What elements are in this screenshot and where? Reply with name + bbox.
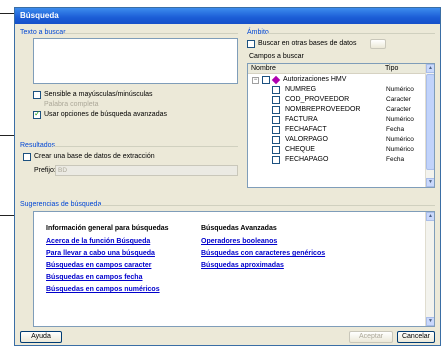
- suggestions-group-title: Sugerencias de búsqueda: [20, 201, 102, 208]
- other-db-browse-button: [370, 39, 386, 49]
- field-type: Numérico: [386, 86, 414, 93]
- scrollbar-thumb[interactable]: [426, 74, 434, 170]
- field-row[interactable]: NOMBREPROVEEDOR Caracter: [248, 106, 434, 115]
- field-type: Fecha: [386, 126, 405, 133]
- dialog-title: Búsqueda: [15, 8, 440, 24]
- field-checkbox[interactable]: [272, 116, 280, 124]
- help-link[interactable]: Búsquedas aproximadas: [201, 262, 284, 269]
- field-checkbox[interactable]: [272, 136, 280, 144]
- scope-group-title: Ámbito: [247, 29, 269, 36]
- help-link[interactable]: Acerca de la función Búsqueda: [46, 238, 150, 245]
- text-to-search-divider: [63, 33, 238, 34]
- root-checkbox[interactable]: [262, 76, 270, 84]
- help-link[interactable]: Búsquedas en campos fecha: [46, 274, 142, 281]
- advanced-searches-heading: Búsquedas Avanzadas: [201, 225, 277, 232]
- prefix-field[interactable]: BD: [55, 165, 238, 176]
- search-dialog: Búsqueda Texto a buscar Sensible a mayús…: [14, 7, 441, 346]
- fields-to-search-title: Campos a buscar: [249, 53, 304, 60]
- help-link[interactable]: Búsquedas en campos caracter: [46, 262, 151, 269]
- field-name: NOMBREPROVEEDOR: [285, 106, 361, 113]
- results-group-title: Resultados: [20, 142, 56, 149]
- case-sensitive-label[interactable]: Sensible a mayúsculas/minúsculas: [44, 91, 153, 98]
- scroll-up-icon[interactable]: ▲: [426, 212, 434, 221]
- field-type: Numérico: [386, 146, 414, 153]
- table-icon: [271, 75, 281, 85]
- advanced-options-checkbox[interactable]: [33, 109, 41, 119]
- column-name-header[interactable]: Nombre: [251, 65, 276, 72]
- field-row[interactable]: FECHAFACT Fecha: [248, 126, 434, 135]
- scroll-up-icon[interactable]: ▲: [426, 64, 434, 73]
- field-type: Numérico: [386, 136, 414, 143]
- field-row[interactable]: FACTURA Numérico: [248, 116, 434, 125]
- field-row[interactable]: NUMREG Numérico: [248, 86, 434, 95]
- advanced-options-label[interactable]: Usar opciones de búsqueda avanzadas: [44, 111, 167, 118]
- field-name: FACTURA: [285, 116, 318, 123]
- field-type: Numérico: [386, 116, 414, 123]
- field-checkbox[interactable]: [272, 156, 280, 164]
- suggestions-divider: [99, 205, 435, 206]
- callout-line-middle: [0, 135, 14, 136]
- field-checkbox[interactable]: [272, 146, 280, 154]
- callout-line-top: [0, 13, 14, 14]
- field-checkbox[interactable]: [272, 106, 280, 114]
- case-sensitive-checkbox[interactable]: [33, 91, 41, 99]
- field-checkbox[interactable]: [272, 126, 280, 134]
- field-row[interactable]: VALORPAGO Numérico: [248, 136, 434, 145]
- suggestions-scrollbar[interactable]: ▲ ▼: [425, 212, 434, 326]
- help-link[interactable]: Operadores booleanos: [201, 238, 277, 245]
- general-info-heading: Información general para búsquedas: [46, 225, 169, 232]
- field-checkbox[interactable]: [272, 96, 280, 104]
- fields-list-header: Nombre Tipo: [248, 64, 426, 74]
- field-name: COD_PROVEEDOR: [285, 96, 350, 103]
- fields-list-scrollbar[interactable]: ▲ ▼: [425, 64, 434, 187]
- tree-collapse-icon[interactable]: −: [252, 77, 259, 84]
- suggestions-panel: Información general para búsquedas Acerc…: [33, 211, 435, 327]
- help-button[interactable]: Ayuda: [20, 331, 62, 343]
- whole-word-label: Palabra completa: [44, 101, 99, 108]
- field-type: Caracter: [386, 96, 411, 103]
- create-db-label[interactable]: Crear una base de datos de extracción: [34, 153, 155, 160]
- field-type: Fecha: [386, 156, 405, 163]
- callout-line-bottom: [0, 215, 14, 216]
- field-name: CHEQUE: [285, 146, 315, 153]
- fields-root-row[interactable]: − Autorizaciones HMV: [248, 75, 434, 85]
- field-name: FECHAPAGO: [285, 156, 329, 163]
- scroll-down-icon[interactable]: ▼: [426, 178, 434, 187]
- help-link[interactable]: Búsquedas con caracteres genéricos: [201, 250, 325, 257]
- accept-button: Aceptar: [349, 331, 393, 343]
- field-name: NUMREG: [285, 86, 317, 93]
- prefix-label: Prefijo:: [34, 167, 56, 174]
- text-to-search-group-title: Texto a buscar: [20, 29, 66, 36]
- other-db-checkbox[interactable]: [247, 40, 255, 48]
- create-db-checkbox[interactable]: [23, 153, 31, 161]
- other-db-label[interactable]: Buscar en otras bases de datos: [258, 40, 356, 47]
- field-row[interactable]: COD_PROVEEDOR Caracter: [248, 96, 434, 105]
- help-link[interactable]: Para llevar a cabo una búsqueda: [46, 250, 155, 257]
- field-type: Caracter: [386, 106, 411, 113]
- field-name: FECHAFACT: [285, 126, 327, 133]
- field-name: VALORPAGO: [285, 136, 328, 143]
- field-row[interactable]: FECHAPAGO Fecha: [248, 156, 434, 165]
- scope-divider: [267, 33, 435, 34]
- scroll-down-icon[interactable]: ▼: [426, 317, 434, 326]
- search-text-input[interactable]: [33, 38, 238, 84]
- root-label: Autorizaciones HMV: [283, 76, 347, 83]
- help-link[interactable]: Búsquedas en campos numéricos: [46, 286, 160, 293]
- cancel-button[interactable]: Cancelar: [397, 331, 435, 343]
- fields-list[interactable]: Nombre Tipo − Autorizaciones HMV NUMREG …: [247, 63, 435, 188]
- column-type-header[interactable]: Tipo: [385, 65, 398, 72]
- field-row[interactable]: CHEQUE Numérico: [248, 146, 434, 155]
- field-checkbox[interactable]: [272, 86, 280, 94]
- results-divider: [53, 146, 238, 147]
